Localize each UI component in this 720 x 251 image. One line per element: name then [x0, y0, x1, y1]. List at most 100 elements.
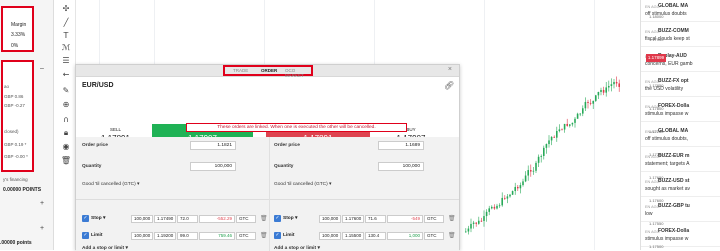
limit-gtc-right[interactable]: GTC — [424, 232, 444, 240]
quantity-input-right[interactable]: 100,000 — [378, 162, 424, 171]
stop-qty-left[interactable]: 100,000 — [131, 215, 153, 223]
news-summary: statement; targets A — [645, 161, 690, 167]
candle-body — [532, 170, 535, 172]
news-item[interactable]: EN AGO FOREX-Dolla stimulus impasse w — [641, 100, 720, 122]
bottom-points: .00000 points — [0, 240, 32, 246]
candle-body — [618, 83, 620, 87]
order-price-input-left[interactable]: 1.1821 — [190, 141, 236, 150]
position-row: GBP -0.00 * — [4, 154, 28, 159]
zoom-in-icon[interactable]: ⊕ — [60, 100, 72, 110]
candle-body — [467, 228, 470, 232]
trash-icon[interactable]: 🗑︎ — [260, 215, 268, 222]
add-stop-limit-left[interactable]: Add a stop or limit ▾ — [82, 246, 128, 251]
stop-gtc-right[interactable]: GTC — [424, 215, 444, 223]
news-summary: stimulus impasse w — [645, 236, 689, 242]
candle-body — [569, 124, 571, 126]
candle-body — [610, 84, 613, 87]
close-icon[interactable]: × — [448, 66, 452, 73]
news-item[interactable]: EN AGO BUZZ-COMM fiscal clouds keep st — [641, 25, 720, 47]
expand-toggle[interactable]: + — [40, 200, 44, 207]
limit-points-left[interactable]: 99.0 — [177, 232, 198, 240]
candle-body — [608, 86, 610, 88]
stop-checkbox-left[interactable]: ✓ — [82, 215, 89, 222]
tab-order[interactable]: ORDER — [261, 68, 277, 73]
collapse-toggle[interactable]: – — [40, 65, 44, 72]
crosshair-tool-icon[interactable]: ✣ — [60, 4, 72, 14]
limit-price-right[interactable]: 1.15500 — [342, 232, 364, 240]
gtc-select-left[interactable]: Good 'til cancelled (GTC) ▾ — [82, 182, 139, 187]
lock-icon[interactable]: 🔒︎ — [60, 128, 72, 138]
pattern-tool-icon[interactable]: ℳ — [60, 43, 72, 53]
add-stop-limit-right[interactable]: Add a stop or limit ▾ — [274, 246, 320, 251]
price-axis-label: 1.17600 — [649, 198, 664, 203]
stop-points-right[interactable]: 71.6 — [365, 215, 386, 223]
order-price-label: Order price — [82, 143, 108, 148]
candle-body — [597, 91, 600, 96]
stop-points-left[interactable]: 72.0 — [177, 215, 198, 223]
candle-body — [501, 197, 503, 206]
price-axis-label: 1.17850 — [649, 83, 664, 88]
tab-trade[interactable]: TRADE — [233, 68, 248, 73]
fib-tool-icon[interactable]: ☰ — [60, 56, 72, 66]
candle-body — [511, 191, 514, 195]
gtc-select-right[interactable]: Good 'til cancelled (GTC) ▾ — [274, 182, 331, 187]
limit-price-left[interactable]: 1.19200 — [154, 232, 176, 240]
candle-body — [579, 113, 581, 115]
visibility-icon[interactable]: ◉ — [60, 142, 72, 152]
text-tool-icon[interactable]: T — [60, 31, 72, 41]
order-price-label: Order price — [274, 143, 300, 148]
candle-body — [483, 216, 485, 221]
candle-body — [496, 205, 498, 209]
price-axis-label: 1.17750 — [649, 129, 664, 134]
line-tool-icon[interactable]: ╱ — [60, 18, 72, 28]
quantity-input-left[interactable]: 100,000 — [190, 162, 236, 171]
back-arrow-icon[interactable]: ← — [60, 70, 72, 80]
tab-oco-market[interactable]: OCO MARKET — [285, 68, 311, 78]
limit-points-right[interactable]: 130.4 — [365, 232, 386, 240]
stop-qty-right[interactable]: 100,000 — [319, 215, 341, 223]
candle-body — [602, 89, 605, 93]
limit-checkbox-left[interactable]: ✓ — [82, 232, 89, 239]
trash-icon[interactable]: 🗑︎ — [448, 215, 456, 222]
news-item[interactable]: EN AGO BUZZ-GBP tu low — [641, 200, 720, 222]
trash-icon[interactable]: 🗑︎ — [260, 232, 268, 239]
limit-pnl-left: 759.46 — [199, 232, 235, 240]
candle-body — [543, 147, 545, 156]
candle-body — [561, 129, 563, 131]
limit-qty-left[interactable]: 100,000 — [131, 232, 153, 240]
stop-pnl-left: -552.29 — [199, 215, 235, 223]
ruler-icon[interactable]: ✎ — [60, 86, 72, 96]
expand-toggle[interactable]: + — [40, 225, 44, 232]
position-row: GBP -0.27 — [4, 103, 25, 108]
magnet-icon[interactable]: ∩ — [60, 115, 72, 125]
candle-body — [491, 206, 493, 209]
link-icon[interactable]: 🔗︎ — [444, 81, 454, 90]
candle-body — [472, 222, 475, 224]
drawing-toolbar: ✣ ╱ T ℳ ☰ ← ✎ ⊕ ∩ 🔒︎ ◉ 🗑︎ — [56, 0, 76, 250]
trash-icon[interactable]: 🗑︎ — [60, 156, 72, 166]
current-price-tag: 1.17899 — [646, 54, 666, 62]
stop-price-right[interactable]: 1.17600 — [342, 215, 364, 223]
limit-checkbox-right[interactable]: ✓ — [274, 232, 281, 239]
candle-body — [524, 175, 527, 182]
limit-label: Limit — [283, 233, 295, 238]
trash-icon[interactable]: 🗑︎ — [448, 232, 456, 239]
price-axis-label: 1.18000 — [649, 14, 664, 19]
order-dialog: TRADE ORDER OCO MARKET × EUR/USD 🔗︎ SELL… — [75, 64, 460, 251]
news-headline: GLOBAL MA — [658, 3, 689, 9]
order-form: Order price 1.1821 Quantity 100,000 Good… — [76, 137, 459, 251]
stop-price-left[interactable]: 1.17490 — [154, 215, 176, 223]
order-price-input-right[interactable]: 1.1689 — [378, 141, 424, 150]
candle-body — [493, 206, 496, 209]
limit-qty-right[interactable]: 100,000 — [319, 232, 341, 240]
candle-body — [540, 155, 542, 157]
candle-body — [504, 197, 506, 199]
candle-body — [519, 185, 522, 189]
form-divider — [269, 137, 270, 251]
stop-gtc-left[interactable]: GTC — [236, 215, 256, 223]
stop-checkbox-right[interactable]: ✓ — [274, 215, 281, 222]
candle-body — [522, 181, 524, 186]
candle-body — [600, 89, 602, 92]
limit-gtc-left[interactable]: GTC — [236, 232, 256, 240]
position-row: GBP 0.86 — [4, 94, 24, 99]
